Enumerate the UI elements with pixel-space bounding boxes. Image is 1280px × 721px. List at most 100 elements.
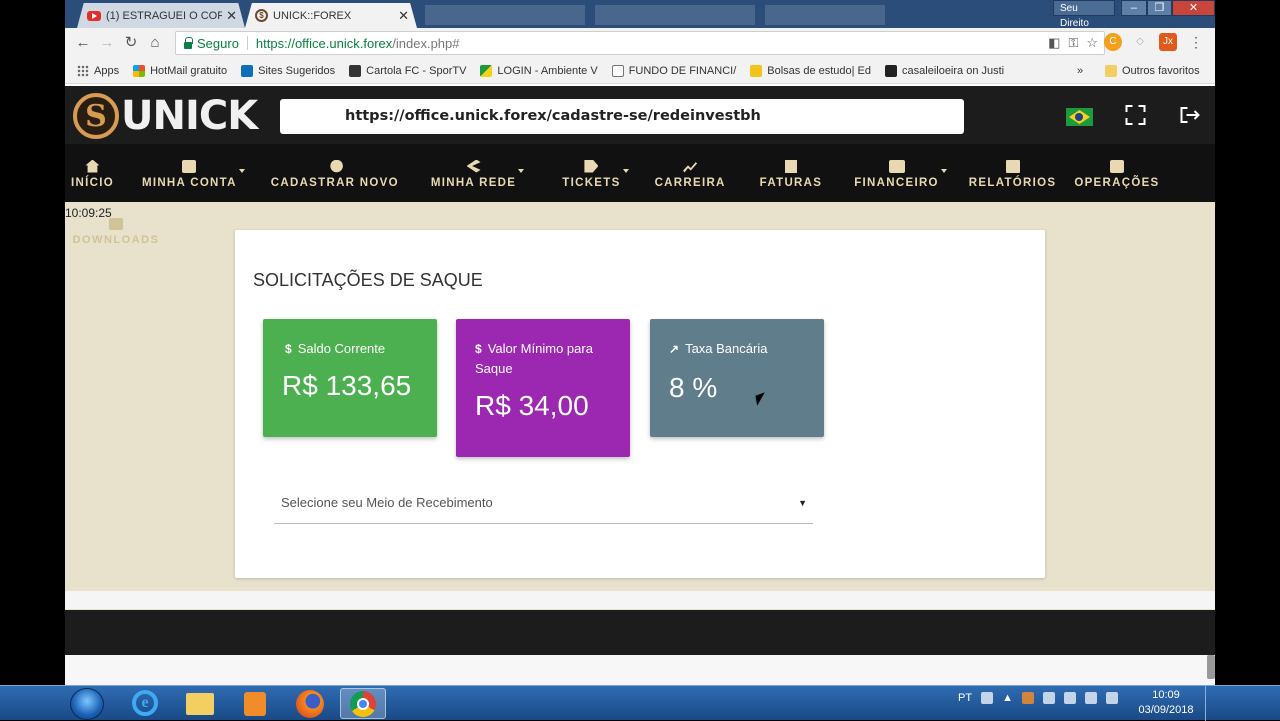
brazil-flag-icon[interactable] xyxy=(1066,108,1093,126)
bolsas-icon xyxy=(750,64,763,77)
device-icon[interactable] xyxy=(1063,692,1076,704)
bookmark-apps[interactable]: Apps xyxy=(77,64,119,77)
minimize-button[interactable]: – xyxy=(1121,0,1147,16)
stat-label: ↗ Taxa Bancária xyxy=(669,339,809,359)
chrome-menu-icon[interactable]: ⋮ xyxy=(1187,33,1205,51)
menu-label: DOWNLOADS xyxy=(72,234,160,246)
home-button[interactable]: ⌂ xyxy=(143,31,167,55)
menu-item-tickets[interactable]: TICKETS xyxy=(562,144,629,202)
network-icon[interactable] xyxy=(1084,692,1097,704)
menu-item-minha-rede[interactable]: MINHA REDE xyxy=(431,144,525,202)
payment-method-select[interactable]: Selecione seu Meio de Recebimento ▼ xyxy=(274,488,813,524)
omnibox-icons: ◧ ⚿ ☆ xyxy=(1048,35,1098,51)
extension-tag-icon[interactable]: ◇ xyxy=(1131,33,1149,51)
forward-button[interactable]: → xyxy=(95,31,119,55)
close-window-button[interactable]: ✕ xyxy=(1172,0,1215,16)
youtube-icon xyxy=(87,10,101,21)
referral-link-box[interactable]: https://office.unick.forex/cadastre-se/r… xyxy=(280,99,964,134)
tray-expand-icon[interactable]: ▲ xyxy=(1002,692,1013,704)
menu-item-relatorios[interactable]: RELATÓRIOS xyxy=(969,144,1057,202)
menu-item-inicio[interactable]: INÍCIO xyxy=(71,144,114,202)
bookmark-fundo[interactable]: FUNDO DE FINANCI/ xyxy=(611,64,737,77)
tab-close-icon[interactable]: ✕ xyxy=(398,8,409,24)
chevron-down-icon xyxy=(940,169,947,173)
fullscreen-icon[interactable] xyxy=(1122,103,1149,127)
menu-label: CARREIRA xyxy=(654,176,726,189)
bookmark-login[interactable]: LOGIN - Ambiente V xyxy=(480,64,598,77)
extension-jx-icon[interactable]: Jx xyxy=(1159,33,1177,51)
bookmark-label: FUNDO DE FINANCI/ xyxy=(628,64,737,77)
show-desktop-button[interactable] xyxy=(1205,686,1215,721)
menu-item-carreira[interactable]: CARREIRA xyxy=(655,144,726,202)
unick-logo[interactable]: S UNICK xyxy=(73,92,258,140)
tag-icon xyxy=(584,159,599,173)
other-bookmarks[interactable]: Outros favoritos xyxy=(1105,64,1200,77)
menu-item-minha-conta[interactable]: MINHA CONTA xyxy=(142,144,245,202)
chrome-window: (1) ESTRAGUEI O CORVET ✕ $ UNICK::FOREX … xyxy=(65,0,1215,685)
stat-label-text: Valor Mínimo para Saque xyxy=(475,341,593,376)
action-center-icon[interactable] xyxy=(1042,692,1055,704)
avast-icon[interactable] xyxy=(1021,692,1034,704)
tab-background[interactable] xyxy=(425,5,585,25)
address-bar[interactable]: Seguro https://office.unick.forex/index.… xyxy=(175,31,1105,55)
internet-explorer-icon[interactable]: e xyxy=(122,688,168,719)
key-icon[interactable]: ⚿ xyxy=(1068,35,1078,51)
scrollbar-thumb[interactable] xyxy=(1207,655,1215,679)
divider xyxy=(246,36,248,50)
language-indicator[interactable]: PT xyxy=(958,692,972,704)
back-button[interactable]: ← xyxy=(71,31,95,55)
firefox-icon[interactable] xyxy=(287,688,333,719)
home-icon xyxy=(85,159,100,173)
window-user-badge[interactable]: Seu Direito xyxy=(1053,0,1116,29)
microsoft-icon xyxy=(133,64,146,77)
reload-button[interactable]: ↻ xyxy=(119,31,143,55)
tab-background[interactable] xyxy=(595,5,755,25)
keyboard-icon[interactable] xyxy=(981,692,994,704)
menu-label: FINANCEIRO xyxy=(854,176,939,189)
file-explorer-icon[interactable] xyxy=(177,688,223,719)
bookmark-label: Bolsas de estudo| Ed xyxy=(767,64,872,77)
bookmark-hotmail[interactable]: HotMail gratuito xyxy=(133,64,227,77)
add-group-icon xyxy=(330,159,343,173)
apps-grid-icon xyxy=(77,64,89,77)
start-button[interactable] xyxy=(70,688,104,720)
stat-label-text: Saldo Corrente xyxy=(297,341,386,356)
bookmarks-overflow[interactable]: » xyxy=(1077,65,1083,77)
media-player-icon[interactable] xyxy=(232,688,278,719)
chevron-down-icon xyxy=(238,169,245,173)
bookmark-cartola[interactable]: Cartola FC - SporTV xyxy=(349,64,466,77)
bookmark-sites-sugeridos[interactable]: Sites Sugeridos xyxy=(241,64,335,77)
stat-saldo-corrente: $ Saldo Corrente R$ 133,65 xyxy=(263,319,437,437)
menu-item-faturas[interactable]: FATURAS xyxy=(760,144,823,202)
security-label: Seguro xyxy=(197,35,239,51)
tab-youtube[interactable]: (1) ESTRAGUEI O CORVET ✕ xyxy=(77,3,245,28)
jtv-icon xyxy=(885,64,898,77)
cookie-icon[interactable]: ◧ xyxy=(1048,35,1060,51)
logout-icon[interactable] xyxy=(1176,103,1203,127)
chevron-down-icon xyxy=(518,169,525,173)
taskbar-date: 03/09/2018 xyxy=(1138,704,1194,716)
menu-item-downloads[interactable]: DOWNLOADS xyxy=(71,216,161,246)
library-books-icon xyxy=(1005,159,1020,173)
menu-label: OPERAÇÕES xyxy=(1074,176,1160,189)
desktop: (1) ESTRAGUEI O CORVET ✕ $ UNICK::FOREX … xyxy=(0,0,1280,721)
taskbar-clock[interactable]: 10:09 03/09/2018 xyxy=(1138,688,1194,718)
withdrawal-card: SOLICITAÇÕES DE SAQUE $ Saldo Corrente R$… xyxy=(235,230,1045,578)
stat-value: R$ 34,00 xyxy=(475,390,589,421)
maximize-button[interactable]: ❐ xyxy=(1146,0,1173,16)
extension-c-icon[interactable]: C xyxy=(1104,33,1122,51)
tab-unick[interactable]: $ UNICK::FOREX ✕ xyxy=(245,3,417,28)
bookmark-casaleiloeira[interactable]: casaleiloeira on Justi xyxy=(885,64,1004,77)
bookmark-bolsas[interactable]: Bolsas de estudo| Ed xyxy=(750,64,872,77)
site-header: S UNICK https://office.unick.forex/cadas… xyxy=(65,86,1215,144)
menu-item-financeiro[interactable]: FINANCEIRO xyxy=(854,144,947,202)
menu-item-operacoes[interactable]: OPERAÇÕES xyxy=(1074,144,1159,202)
browser-toolbar: ← → ↻ ⌂ Seguro https://office.unick.fore… xyxy=(65,28,1215,58)
tab-close-icon[interactable]: ✕ xyxy=(226,8,237,24)
volume-icon[interactable] xyxy=(1105,692,1118,704)
bookmark-label: Outros favoritos xyxy=(1122,64,1200,77)
menu-item-cadastrar-novo[interactable]: CADASTRAR NOVO xyxy=(271,144,399,202)
tab-background[interactable] xyxy=(765,5,885,25)
chrome-taskbar-icon[interactable] xyxy=(340,688,386,719)
star-icon[interactable]: ☆ xyxy=(1086,35,1098,51)
